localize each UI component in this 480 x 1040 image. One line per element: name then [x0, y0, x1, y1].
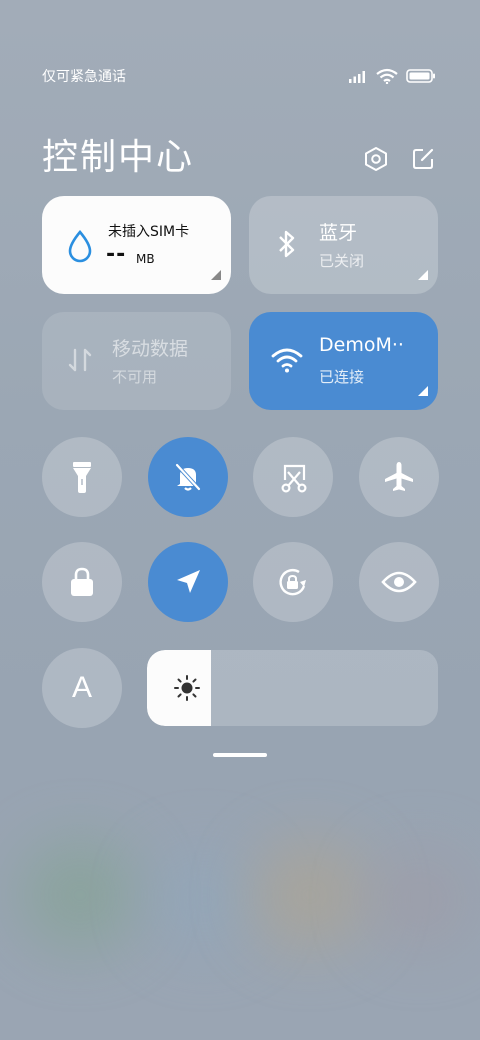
water-drop-icon: [64, 228, 96, 264]
sim-label: 未插入SIM卡: [108, 224, 190, 240]
rotation-lock-toggle[interactable]: [253, 542, 333, 622]
wifi-tile[interactable]: DemoM·· 已连接: [249, 312, 438, 410]
rotation-lock-icon: [279, 569, 306, 596]
lock-screen-toggle[interactable]: [42, 542, 122, 622]
page-title: 控制中心: [42, 137, 195, 178]
signal-icon: [349, 71, 365, 83]
settings-button[interactable]: [361, 144, 391, 174]
sun-icon: [174, 675, 200, 701]
bluetooth-tile[interactable]: 蓝牙 已关闭: [249, 196, 438, 294]
data-arrows-icon: [64, 342, 96, 378]
status-bar: 仅可紧急通话: [42, 66, 436, 88]
location-toggle[interactable]: [148, 542, 228, 622]
bluetooth-label: 蓝牙: [319, 222, 358, 244]
carrier-label: 仅可紧急通话: [42, 69, 126, 85]
auto-brightness-toggle[interactable]: A: [42, 648, 122, 728]
drag-handle[interactable]: [213, 753, 267, 757]
expand-corner-icon: [418, 386, 428, 396]
mobile-data-tile[interactable]: 移动数据 不可用: [42, 312, 231, 410]
mobile-data-status: 不可用: [112, 368, 158, 386]
screenshot-icon: [281, 464, 307, 493]
flashlight-icon: [73, 462, 91, 493]
background-blob: [250, 840, 370, 950]
background-blob: [20, 840, 140, 950]
status-icons: [348, 68, 436, 84]
expand-corner-icon: [418, 270, 428, 280]
reading-mode-toggle[interactable]: [359, 542, 439, 622]
location-icon: [177, 570, 200, 593]
mute-toggle[interactable]: [148, 437, 228, 517]
bluetooth-icon: [271, 226, 303, 262]
background-blob: [150, 850, 260, 950]
expand-corner-icon: [211, 270, 221, 280]
data-usage-unit: MB: [136, 252, 155, 266]
edit-button[interactable]: [408, 144, 438, 174]
wifi-icon: [271, 342, 303, 378]
wifi-status: 已连接: [319, 368, 365, 386]
wifi-status-icon: [376, 68, 398, 84]
lock-icon: [71, 567, 93, 596]
wifi-network-name: DemoM··: [319, 334, 404, 356]
settings-hexagon-icon: [365, 147, 387, 171]
flashlight-toggle[interactable]: [42, 437, 122, 517]
battery-icon: [406, 69, 435, 83]
airplane-icon: [385, 462, 413, 491]
screenshot-toggle[interactable]: [253, 437, 333, 517]
auto-brightness-letter: A: [71, 671, 92, 704]
background-blob: [370, 850, 470, 950]
eye-icon: [381, 571, 417, 593]
edit-icon: [413, 148, 434, 169]
brightness-slider[interactable]: [147, 650, 438, 726]
mute-bell-icon: [174, 462, 202, 492]
sim-card-tile[interactable]: 未插入SIM卡 -- MB: [42, 196, 231, 294]
data-usage-value: --: [106, 242, 127, 267]
bluetooth-status: 已关闭: [319, 252, 365, 270]
mobile-data-label: 移动数据: [112, 338, 189, 360]
airplane-toggle[interactable]: [359, 437, 439, 517]
